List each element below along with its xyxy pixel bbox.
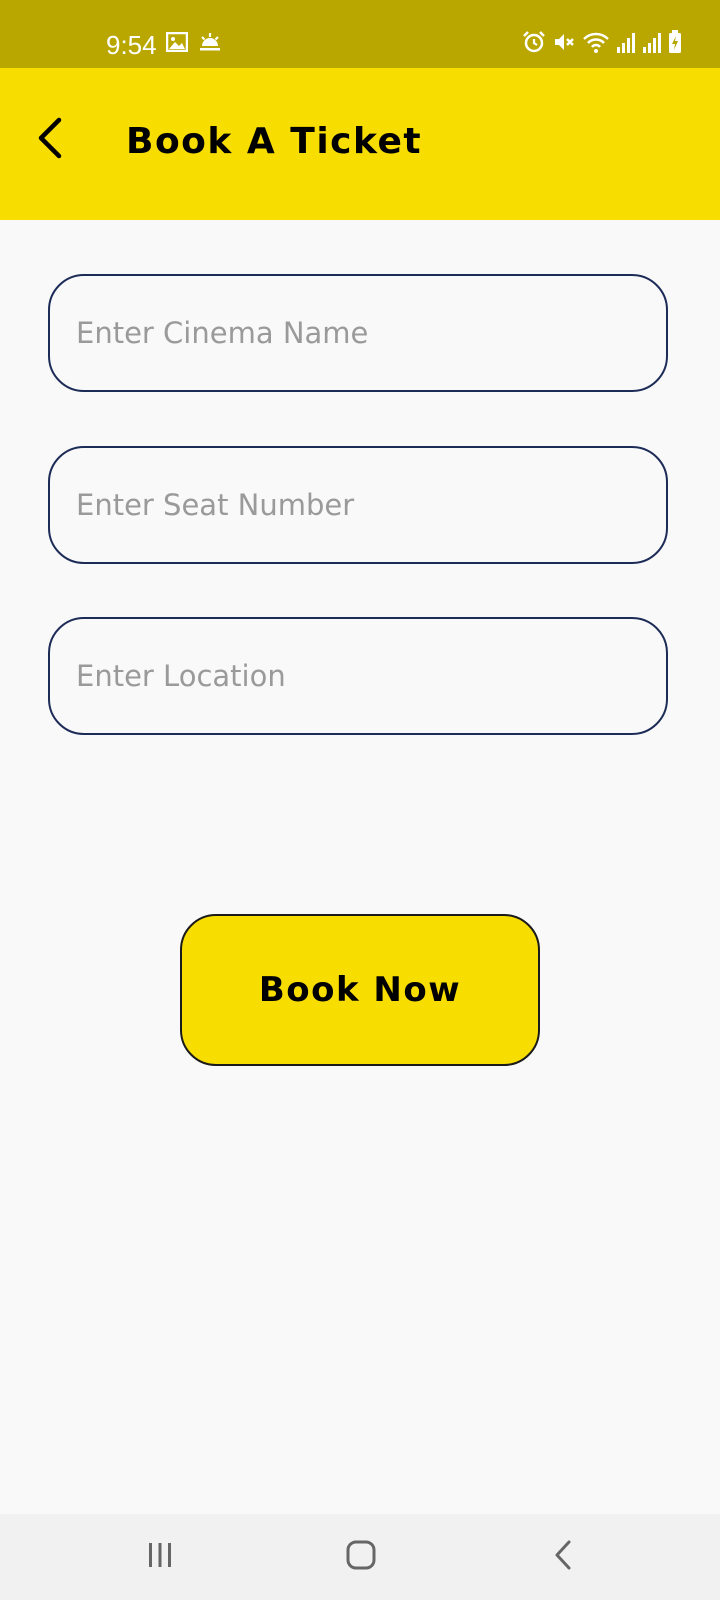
recents-button[interactable] xyxy=(130,1534,190,1580)
alarm-icon xyxy=(522,30,546,54)
navigation-bar xyxy=(0,1514,720,1600)
page-title: Book A Ticket xyxy=(126,121,423,162)
image-icon xyxy=(166,32,188,52)
chevron-left-icon xyxy=(35,117,65,163)
recents-icon xyxy=(145,1541,175,1573)
status-system-icons xyxy=(522,30,682,54)
home-icon xyxy=(345,1539,377,1575)
seat-number-input[interactable] xyxy=(48,446,668,564)
weather-icon xyxy=(198,32,222,52)
nav-back-button[interactable] xyxy=(534,1534,594,1580)
home-button[interactable] xyxy=(331,1534,391,1580)
wifi-icon xyxy=(582,30,610,54)
battery-charging-icon xyxy=(668,30,682,54)
location-input[interactable] xyxy=(48,617,668,735)
signal-icon xyxy=(616,32,636,54)
status-bar: 9:54 xyxy=(0,0,720,68)
status-time: 9:54 xyxy=(106,30,157,60)
mute-icon xyxy=(552,30,576,54)
status-notification-icons xyxy=(166,32,222,52)
back-icon xyxy=(552,1539,576,1575)
cinema-name-input[interactable] xyxy=(48,274,668,392)
signal-icon xyxy=(642,32,662,54)
book-now-button[interactable]: Book Now xyxy=(180,914,540,1066)
back-button[interactable] xyxy=(28,110,72,170)
